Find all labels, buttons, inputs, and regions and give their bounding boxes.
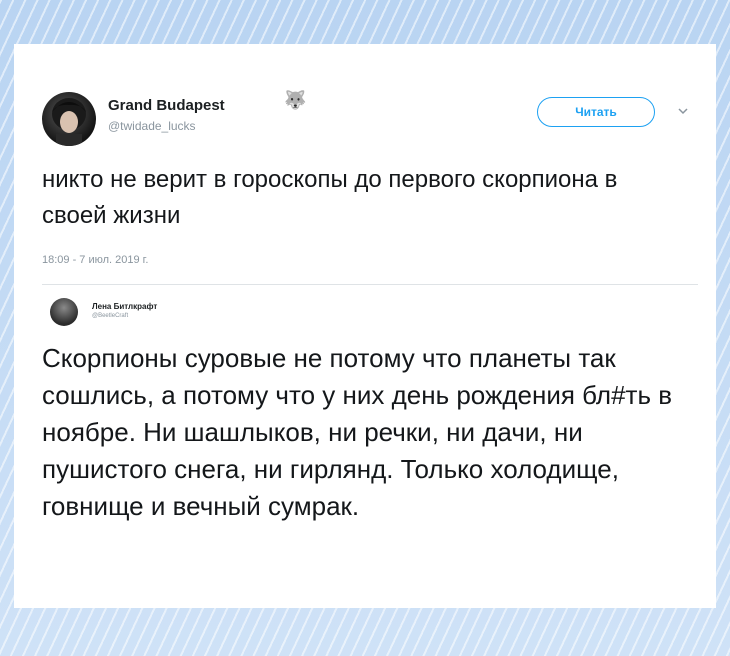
wolf-icon: 🐺	[284, 90, 307, 110]
tweet-text: никто не верит в гороскопы до первого ск…	[42, 166, 618, 229]
quoted-author-handle[interactable]: @BeetleCraft	[92, 313, 128, 319]
chevron-down-icon[interactable]	[676, 104, 690, 118]
author-avatar[interactable]	[42, 92, 96, 146]
tweet-card: Grand Budapest 🐺 @twidade_lucks Читать н…	[14, 44, 716, 608]
follow-button[interactable]: Читать	[537, 97, 655, 127]
tweet-timestamp[interactable]: 18:09 - 7 июл. 2019 г.	[42, 254, 148, 266]
quoted-author-avatar[interactable]	[50, 298, 78, 326]
divider	[42, 284, 698, 285]
quoted-text: Скорпионы суровые не потому что планеты …	[42, 343, 673, 521]
author-name[interactable]: Grand Budapest	[108, 97, 225, 114]
author-handle[interactable]: @twidade_lucks	[108, 119, 196, 133]
quoted-author-name[interactable]: Лена Битлкрафт	[92, 302, 157, 311]
